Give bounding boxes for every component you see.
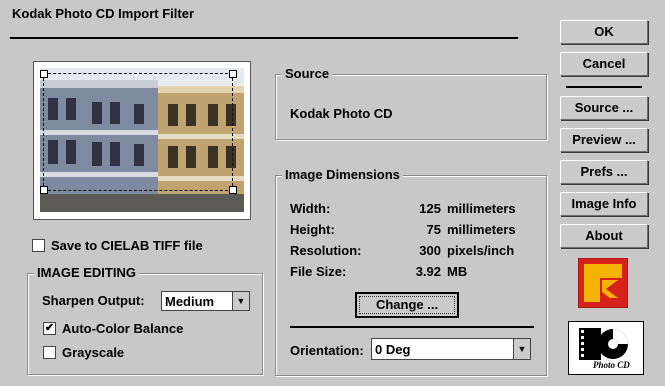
width-value: 125 xyxy=(419,201,441,216)
grayscale-label: Grayscale xyxy=(62,345,125,360)
orientation-label: Orientation: xyxy=(290,343,364,358)
window-title: Kodak Photo CD Import Filter xyxy=(12,6,194,21)
sharpen-select[interactable]: Medium ▼ xyxy=(161,291,250,311)
resolution-unit: pixels/inch xyxy=(447,243,515,258)
crop-handle-bottom-right[interactable] xyxy=(229,186,237,194)
resolution-label: Resolution: xyxy=(290,243,362,258)
chevron-down-icon[interactable]: ▼ xyxy=(513,339,530,359)
image-editing-group: IMAGE EDITING Sharpen Output: Medium ▼ ✔… xyxy=(27,265,263,375)
height-value: 75 xyxy=(426,222,441,237)
width-unit: millimeters xyxy=(447,201,516,216)
change-button[interactable]: Change ... xyxy=(355,292,459,318)
sharpen-value: Medium xyxy=(165,294,215,309)
ok-button[interactable]: OK xyxy=(560,20,648,44)
resolution-value: 300 xyxy=(419,243,441,258)
prefs-button[interactable]: Prefs ... xyxy=(560,160,648,184)
source-button[interactable]: Source ... xyxy=(560,96,648,120)
image-editing-legend: IMAGE EDITING xyxy=(34,265,139,280)
file-size-value: 3.92 xyxy=(415,264,441,279)
button-divider xyxy=(566,86,642,88)
crop-handle-bottom-left[interactable] xyxy=(40,186,48,194)
title-divider xyxy=(10,37,518,39)
orientation-select[interactable]: 0 Deg ▼ xyxy=(371,338,531,360)
file-size-label: File Size: xyxy=(290,264,347,279)
cancel-button[interactable]: Cancel xyxy=(560,52,648,76)
source-legend: Source xyxy=(282,66,333,81)
auto-color-label: Auto-Color Balance xyxy=(62,321,184,336)
crop-handle-top-left[interactable] xyxy=(40,70,48,78)
image-dimensions-group: Image Dimensions Width: 125 millimeters … xyxy=(275,167,547,376)
height-label: Height: xyxy=(290,222,335,237)
width-label: Width: xyxy=(290,201,331,216)
photocd-logo-text: Photo CD xyxy=(593,360,630,370)
photocd-logo-icon: Photo CD xyxy=(568,321,644,375)
source-group: Source Kodak Photo CD xyxy=(275,66,547,140)
crop-rectangle[interactable] xyxy=(43,73,233,191)
file-size-unit: MB xyxy=(447,264,468,279)
orientation-value: 0 Deg xyxy=(375,342,411,357)
orientation-divider xyxy=(290,326,534,328)
height-unit: millimeters xyxy=(447,222,516,237)
sharpen-label: Sharpen Output: xyxy=(42,293,145,308)
save-cielab-checkbox[interactable] xyxy=(32,239,45,252)
image-dimensions-legend: Image Dimensions xyxy=(282,167,403,182)
preview-button[interactable]: Preview ... xyxy=(560,128,648,152)
crop-handle-top-right[interactable] xyxy=(229,70,237,78)
save-cielab-label: Save to CIELAB TIFF file xyxy=(51,238,203,253)
about-button[interactable]: About xyxy=(560,224,648,248)
grayscale-checkbox[interactable] xyxy=(43,346,56,359)
image-info-button[interactable]: Image Info xyxy=(560,192,648,216)
source-value: Kodak Photo CD xyxy=(290,106,393,121)
auto-color-checkbox[interactable]: ✔ xyxy=(43,322,56,335)
kodak-logo-icon xyxy=(577,257,629,309)
chevron-down-icon[interactable]: ▼ xyxy=(232,292,249,310)
image-preview-frame xyxy=(33,61,251,220)
